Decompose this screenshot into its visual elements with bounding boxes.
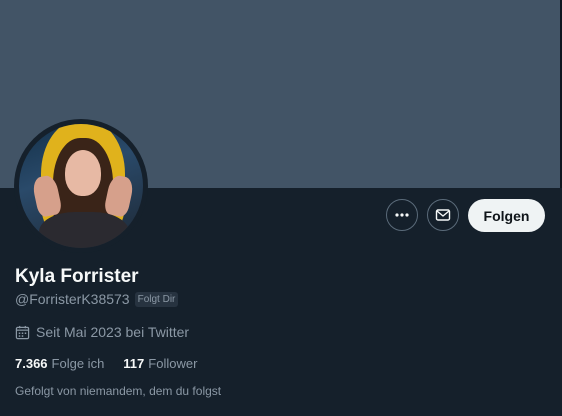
- calendar-icon: [15, 325, 30, 339]
- follows-you-badge: Folgt Dir: [134, 291, 179, 307]
- avatar-face-shape: [65, 150, 101, 196]
- following-count: 7.366: [15, 356, 48, 371]
- stats-row: 7.366 Folge ich 117 Follower: [15, 356, 197, 371]
- followers-count: 117: [123, 356, 145, 371]
- profile-avatar[interactable]: [14, 119, 148, 253]
- joined-date: Seit Mai 2023 bei Twitter: [36, 324, 190, 340]
- message-button[interactable]: [427, 199, 459, 231]
- more-horizontal-icon: [395, 213, 409, 217]
- profile-page: Folgen Kyla Forrister @ForristerK38573 F…: [0, 0, 562, 416]
- followed-by-text: Gefolgt von niemandem, dem du folgst: [15, 384, 222, 398]
- profile-handle: @ForristerK38573: [15, 291, 130, 307]
- following-link[interactable]: 7.366 Folge ich: [15, 356, 104, 371]
- envelope-icon: [435, 209, 451, 221]
- avatar-image: [19, 124, 143, 248]
- handle-row: @ForristerK38573 Folgt Dir: [15, 291, 179, 307]
- followers-link[interactable]: 117 Follower: [123, 356, 197, 371]
- avatar-body-shape: [39, 212, 129, 248]
- profile-display-name: Kyla Forrister: [15, 266, 139, 287]
- joined-date-row: Seit Mai 2023 bei Twitter: [15, 324, 189, 340]
- followers-label: Follower: [148, 356, 198, 371]
- follow-button[interactable]: Folgen: [468, 199, 545, 232]
- more-options-button[interactable]: [386, 199, 418, 231]
- following-label: Folge ich: [51, 356, 105, 371]
